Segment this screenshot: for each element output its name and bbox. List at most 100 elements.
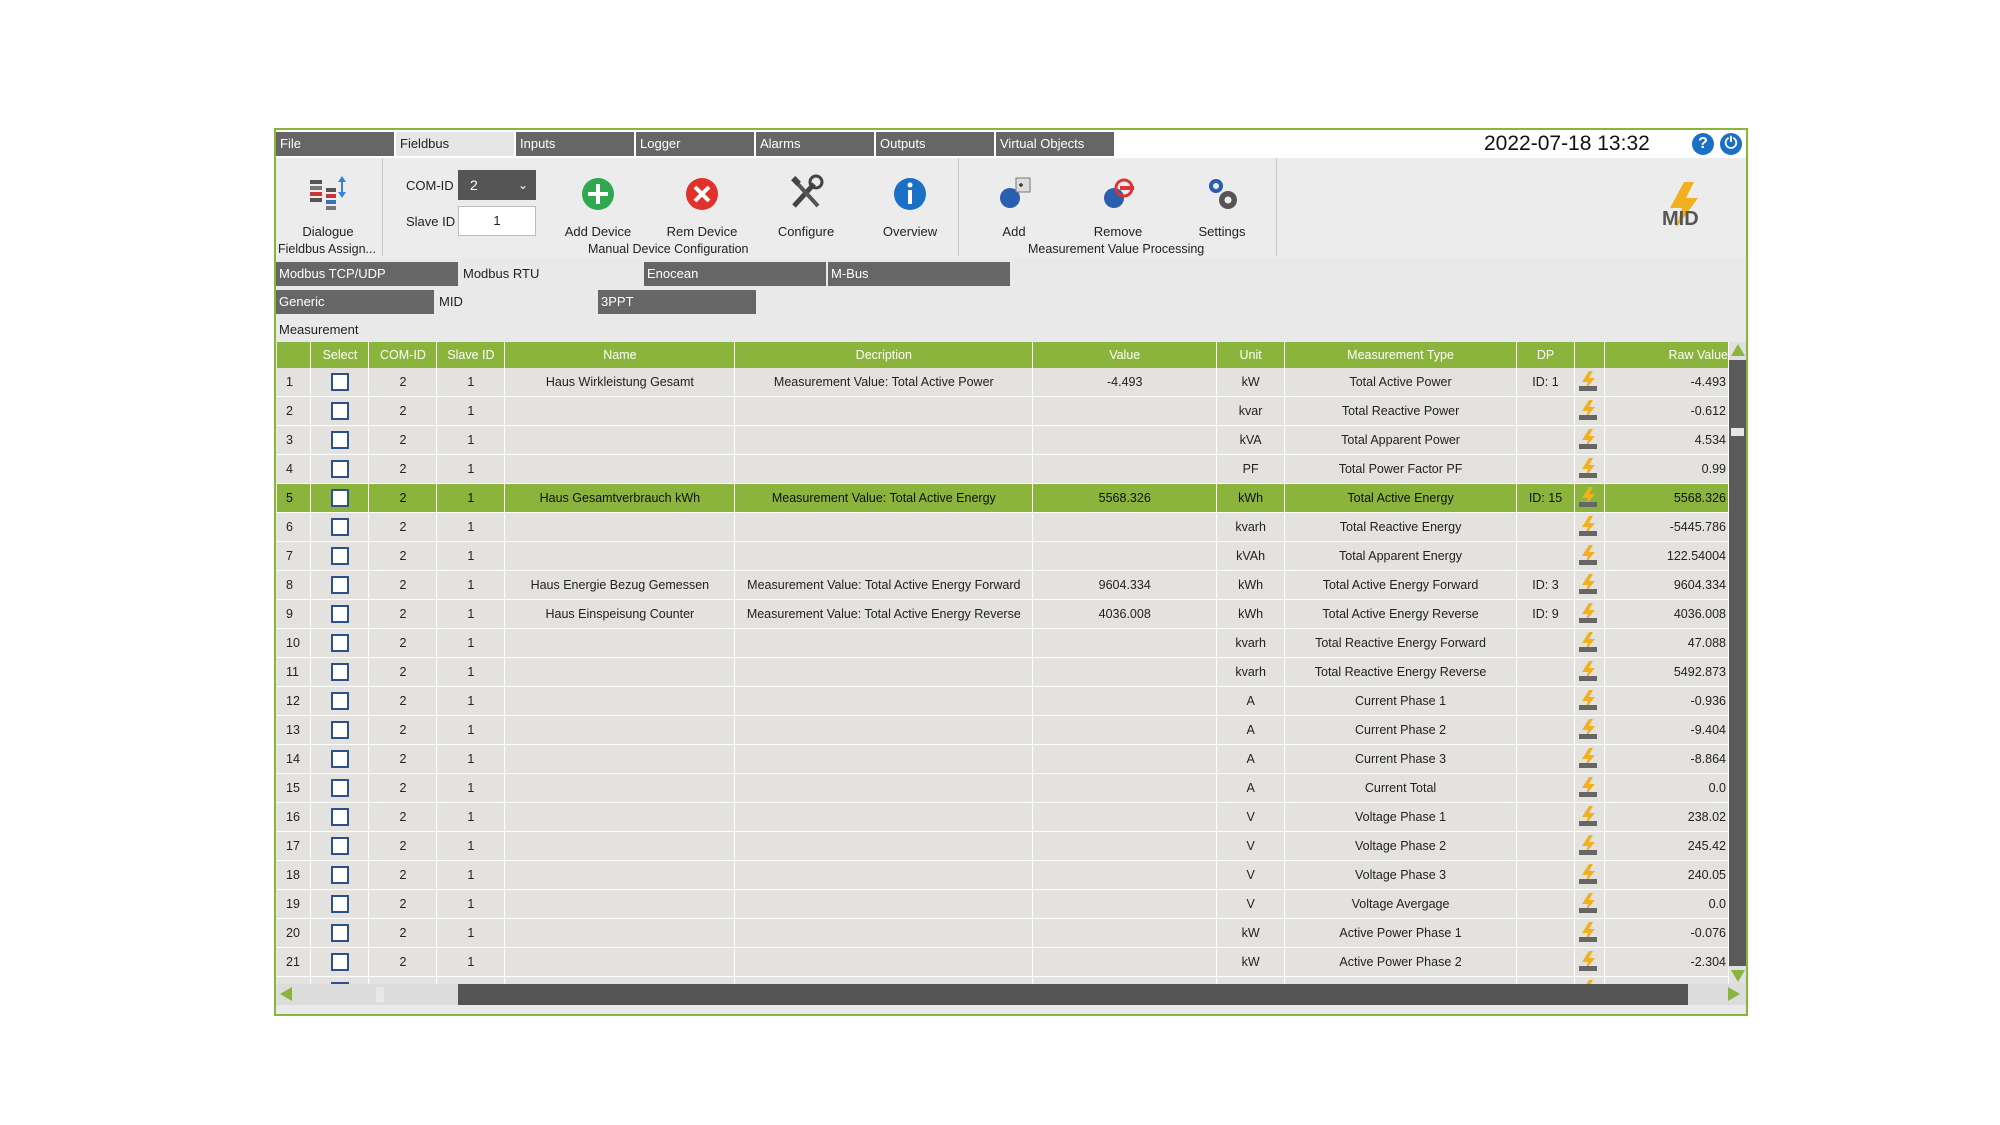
- filter-mid[interactable]: MID: [436, 290, 594, 314]
- cell-com-id: 2: [368, 657, 438, 687]
- table-row[interactable]: 12 2 1 A Current Phase 1 -0.936: [277, 686, 1729, 716]
- add-device-button[interactable]: Add Device: [550, 172, 646, 239]
- table-row[interactable]: 2 2 1 kvar Total Reactive Power -0.612: [277, 396, 1729, 426]
- scroll-down-icon[interactable]: [1731, 970, 1745, 982]
- scroll-right-icon[interactable]: [1728, 987, 1740, 1001]
- cell-description: [734, 686, 1034, 716]
- row-select-checkbox[interactable]: [330, 750, 349, 768]
- row-select-checkbox[interactable]: [330, 924, 349, 942]
- table-row[interactable]: 7 2 1 kVAh Total Apparent Energy 122.54004: [277, 541, 1729, 571]
- row-select-checkbox[interactable]: [330, 953, 349, 971]
- cell-unit: kW: [1216, 976, 1286, 984]
- table-row[interactable]: 6 2 1 kvarh Total Reactive Energy -5445.786: [277, 512, 1729, 542]
- table-row[interactable]: 5 2 1 Haus Gesamtverbrauch kWh Measurement V…: [277, 483, 1729, 513]
- table-row[interactable]: 8 2 1 Haus Energie Bezug Gemessen Measuremen…: [277, 570, 1729, 600]
- table-row[interactable]: 9 2 1 Haus Einspeisung Counter Measurement V…: [277, 599, 1729, 629]
- power-icon[interactable]: ⏻: [1720, 133, 1742, 155]
- table-row[interactable]: 14 2 1 A Current Phase 3 -8.864: [277, 744, 1729, 774]
- filter-modbus-rtu[interactable]: Modbus RTU: [460, 262, 642, 286]
- col-header-description[interactable]: Decription: [734, 342, 1034, 368]
- horizontal-scroll-thumb[interactable]: [376, 987, 384, 1002]
- row-select-checkbox[interactable]: [330, 460, 349, 478]
- row-select-checkbox[interactable]: [330, 692, 349, 710]
- table-row[interactable]: 11 2 1 kvarh Total Reactive Energy Reverse 54…: [277, 657, 1729, 687]
- table-row[interactable]: 2221kWActive Power Phase 3-2.113: [277, 976, 1729, 984]
- col-header-select[interactable]: Select: [310, 342, 370, 368]
- col-header-slave-id[interactable]: Slave ID: [436, 342, 506, 368]
- col-header-unit[interactable]: Unit: [1216, 342, 1286, 368]
- row-select-checkbox[interactable]: [330, 547, 349, 565]
- table-row[interactable]: 20 2 1 kW Active Power Phase 1 -0.076: [277, 918, 1729, 948]
- filter-m-bus[interactable]: M-Bus: [828, 262, 1010, 286]
- row-select-checkbox[interactable]: [330, 605, 349, 623]
- filter-enocean[interactable]: Enocean: [644, 262, 826, 286]
- row-select-checkbox[interactable]: [330, 402, 349, 420]
- col-header-raw-value[interactable]: Raw Value: [1604, 342, 1729, 368]
- remove-button[interactable]: Remove: [1070, 172, 1166, 239]
- table-row[interactable]: 1 2 1 Haus Wirkleistung Gesamt Measurement V…: [277, 368, 1729, 397]
- tab-file[interactable]: File: [276, 132, 394, 156]
- row-select-checkbox[interactable]: [330, 663, 349, 681]
- cell-value: 5568.326: [1032, 483, 1218, 513]
- table-row[interactable]: 19 2 1 V Voltage Avergage 0.0: [277, 889, 1729, 919]
- vertical-scrollbar[interactable]: [1729, 342, 1746, 984]
- dialogue-button[interactable]: Dialogue: [280, 172, 376, 239]
- row-select-checkbox[interactable]: [330, 837, 349, 855]
- vertical-scroll-track[interactable]: [1729, 360, 1746, 966]
- tab-fieldbus[interactable]: Fieldbus: [396, 132, 514, 156]
- table-row[interactable]: 13 2 1 A Current Phase 2 -9.404: [277, 715, 1729, 745]
- overview-button[interactable]: Overview: [862, 172, 958, 239]
- cell-name: [504, 831, 736, 861]
- row-select-checkbox[interactable]: [330, 576, 349, 594]
- row-select-checkbox[interactable]: [330, 779, 349, 797]
- row-select-checkbox[interactable]: [330, 431, 349, 449]
- tab-virtual-objects[interactable]: Virtual Objects: [996, 132, 1114, 156]
- add-button[interactable]: Add: [966, 172, 1062, 239]
- comid-select[interactable]: 2 ⌄: [458, 170, 536, 200]
- row-select-checkbox[interactable]: [330, 808, 349, 826]
- scroll-left-icon[interactable]: [280, 987, 292, 1001]
- col-header-name[interactable]: Name: [504, 342, 736, 368]
- table-row[interactable]: 16 2 1 V Voltage Phase 1 238.02: [277, 802, 1729, 832]
- row-select-checkbox[interactable]: [330, 895, 349, 913]
- cell-description: [734, 657, 1034, 687]
- slaveid-input[interactable]: 1: [458, 206, 536, 236]
- filter-3ppt[interactable]: 3PPT: [598, 290, 756, 314]
- tab-inputs[interactable]: Inputs: [516, 132, 634, 156]
- col-header-measurement-type[interactable]: Measurement Type: [1284, 342, 1518, 368]
- table-row[interactable]: 18 2 1 V Voltage Phase 3 240.05: [277, 860, 1729, 890]
- cell-mid-icon: [1574, 628, 1605, 658]
- row-select-checkbox[interactable]: [330, 489, 349, 507]
- table-row[interactable]: 17 2 1 V Voltage Phase 2 245.42: [277, 831, 1729, 861]
- cell-name: Haus Energie Bezug Gemessen: [504, 570, 736, 600]
- col-header-value[interactable]: Value: [1032, 342, 1218, 368]
- help-icon[interactable]: ?: [1692, 133, 1714, 155]
- row-select-checkbox[interactable]: [330, 721, 349, 739]
- table-row[interactable]: 21 2 1 kW Active Power Phase 2 -2.304: [277, 947, 1729, 977]
- horizontal-scroll-track[interactable]: [458, 984, 1688, 1005]
- table-row[interactable]: 4 2 1 PF Total Power Factor PF 0.99: [277, 454, 1729, 484]
- tab-outputs[interactable]: Outputs: [876, 132, 994, 156]
- rem-device-button[interactable]: Rem Device: [654, 172, 750, 239]
- filter-generic[interactable]: Generic: [276, 290, 434, 314]
- col-header-dp[interactable]: DP: [1516, 342, 1575, 368]
- settings-button[interactable]: Settings: [1174, 172, 1270, 239]
- scroll-up-icon[interactable]: [1731, 344, 1745, 356]
- cell-name: [504, 628, 736, 658]
- col-header-com-id[interactable]: COM-ID: [368, 342, 438, 368]
- tab-alarms[interactable]: Alarms: [756, 132, 874, 156]
- filter-modbus-tcp-udp[interactable]: Modbus TCP/UDP: [276, 262, 458, 286]
- row-select-checkbox[interactable]: [330, 373, 349, 391]
- row-select-checkbox[interactable]: [330, 634, 349, 652]
- cell-measurement-type: Total Reactive Energy Forward: [1284, 628, 1518, 658]
- row-select-checkbox[interactable]: [330, 866, 349, 884]
- tab-logger[interactable]: Logger: [636, 132, 754, 156]
- horizontal-scrollbar[interactable]: [276, 984, 1746, 1005]
- table-row[interactable]: 15 2 1 A Current Total 0.0: [277, 773, 1729, 803]
- vertical-scroll-thumb[interactable]: [1731, 428, 1744, 436]
- table-row[interactable]: 10 2 1 kvarh Total Reactive Energy Forward 47…: [277, 628, 1729, 658]
- table-row[interactable]: 3 2 1 kVA Total Apparent Power 4.534: [277, 425, 1729, 455]
- configure-button[interactable]: Configure: [758, 172, 854, 239]
- measurement-value-processing-group-label: Measurement Value Processing: [1028, 242, 1205, 256]
- row-select-checkbox[interactable]: [330, 518, 349, 536]
